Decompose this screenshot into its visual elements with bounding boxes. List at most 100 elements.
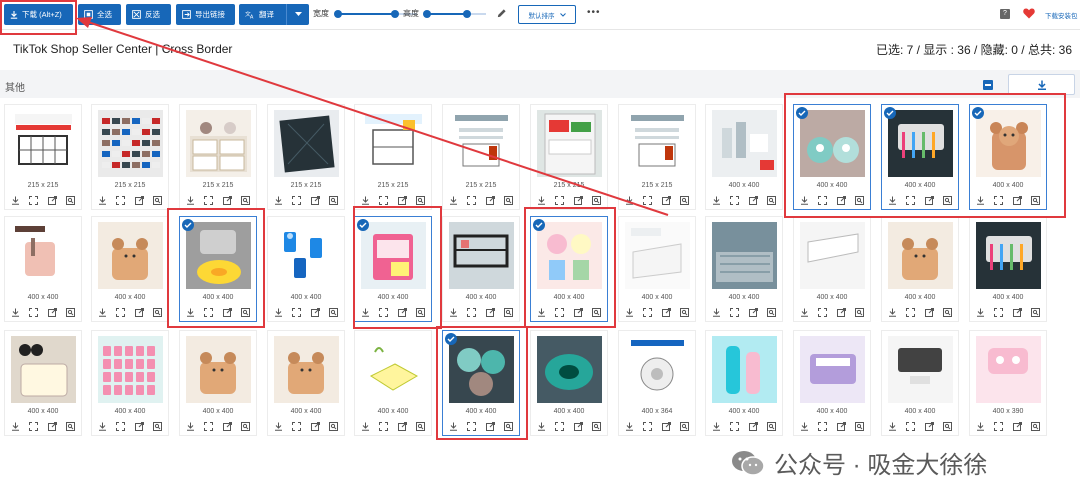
image-search-icon[interactable] <box>152 308 162 317</box>
product-thumbnail[interactable] <box>888 110 953 177</box>
open-in-new-icon[interactable] <box>836 196 846 205</box>
product-thumbnail[interactable] <box>800 110 865 177</box>
expand-icon[interactable] <box>906 422 916 431</box>
image-search-icon[interactable] <box>591 308 601 317</box>
download-icon[interactable] <box>186 422 195 431</box>
open-in-new-icon[interactable] <box>836 422 846 431</box>
expand-icon[interactable] <box>29 308 39 317</box>
product-thumbnail[interactable] <box>11 110 76 177</box>
translate-dropdown-button[interactable] <box>286 4 309 25</box>
expand-icon[interactable] <box>467 308 477 317</box>
image-search-icon[interactable] <box>766 422 776 431</box>
expand-icon[interactable] <box>204 422 214 431</box>
image-search-icon[interactable] <box>65 422 75 431</box>
expand-icon[interactable] <box>116 422 126 431</box>
open-in-new-icon[interactable] <box>573 196 583 205</box>
image-card[interactable]: 400 x 400 <box>793 216 871 322</box>
image-card[interactable]: 400 x 390 <box>969 330 1047 436</box>
open-in-new-icon[interactable] <box>397 308 407 317</box>
product-thumbnail[interactable] <box>274 336 339 403</box>
image-card[interactable]: 400 x 400 <box>881 330 959 436</box>
selected-check-icon[interactable] <box>182 219 194 231</box>
expand-icon[interactable] <box>730 422 740 431</box>
download-button[interactable]: 下载 (Alt+Z) <box>4 4 73 25</box>
download-icon[interactable] <box>537 422 546 431</box>
image-search-icon[interactable] <box>240 196 250 205</box>
open-in-new-icon[interactable] <box>397 196 407 205</box>
image-search-icon[interactable] <box>1030 422 1040 431</box>
image-card[interactable]: 400 x 400 <box>179 216 257 322</box>
image-card[interactable]: 215 x 215 <box>530 104 608 210</box>
sort-select[interactable]: 默认排序 <box>518 5 576 24</box>
open-in-new-icon[interactable] <box>310 308 320 317</box>
expand-icon[interactable] <box>818 196 828 205</box>
selected-check-icon[interactable] <box>884 107 896 119</box>
download-icon[interactable] <box>976 422 985 431</box>
image-search-icon[interactable] <box>328 308 338 317</box>
image-card[interactable]: 215 x 215 <box>91 104 169 210</box>
image-search-icon[interactable] <box>1030 308 1040 317</box>
open-in-new-icon[interactable] <box>1012 196 1022 205</box>
download-icon[interactable] <box>800 308 809 317</box>
open-in-new-icon[interactable] <box>47 308 57 317</box>
open-in-new-icon[interactable] <box>485 422 495 431</box>
product-thumbnail[interactable] <box>537 110 602 177</box>
download-icon[interactable] <box>98 422 107 431</box>
expand-icon[interactable] <box>204 196 214 205</box>
expand-icon[interactable] <box>906 196 916 205</box>
expand-icon[interactable] <box>906 308 916 317</box>
image-card[interactable]: 400 x 400 <box>705 104 783 210</box>
image-card[interactable]: 400 x 400 <box>969 104 1047 210</box>
download-icon[interactable] <box>537 308 546 317</box>
product-thumbnail[interactable] <box>449 222 514 289</box>
expand-icon[interactable] <box>116 196 126 205</box>
product-thumbnail[interactable] <box>274 110 339 177</box>
download-icon[interactable] <box>11 196 20 205</box>
download-icon[interactable] <box>625 422 634 431</box>
product-thumbnail[interactable] <box>186 222 251 289</box>
open-in-new-icon[interactable] <box>924 422 934 431</box>
image-search-icon[interactable] <box>328 196 338 205</box>
selected-check-icon[interactable] <box>357 219 369 231</box>
product-thumbnail[interactable] <box>712 110 777 177</box>
width-slider-handle-start[interactable] <box>334 10 342 18</box>
image-card[interactable]: 215 x 215 <box>267 104 345 210</box>
image-search-icon[interactable] <box>1030 196 1040 205</box>
height-slider-handle[interactable] <box>462 10 471 18</box>
expand-icon[interactable] <box>379 422 389 431</box>
expand-icon[interactable] <box>29 422 39 431</box>
image-card[interactable]: 400 x 400 <box>793 104 871 210</box>
expand-icon[interactable] <box>818 308 828 317</box>
select-all-button[interactable]: 全选 <box>78 4 121 25</box>
expand-icon[interactable] <box>643 422 653 431</box>
image-search-icon[interactable] <box>679 422 689 431</box>
image-card[interactable]: 400 x 400 <box>91 216 169 322</box>
open-in-new-icon[interactable] <box>661 422 671 431</box>
open-in-new-icon[interactable] <box>485 196 495 205</box>
download-icon[interactable] <box>800 422 809 431</box>
image-search-icon[interactable] <box>503 422 513 431</box>
download-icon[interactable] <box>274 196 283 205</box>
download-icon[interactable] <box>186 196 195 205</box>
open-in-new-icon[interactable] <box>397 422 407 431</box>
download-icon[interactable] <box>98 308 107 317</box>
image-search-icon[interactable] <box>152 422 162 431</box>
image-card[interactable]: 215 x 215 <box>618 104 696 210</box>
open-in-new-icon[interactable] <box>222 196 232 205</box>
image-card[interactable]: 400 x 400 <box>881 104 959 210</box>
product-thumbnail[interactable] <box>976 110 1041 177</box>
selected-check-icon[interactable] <box>445 333 457 345</box>
expand-icon[interactable] <box>292 196 302 205</box>
group-download-button[interactable] <box>1008 74 1075 95</box>
selected-check-icon[interactable] <box>972 107 984 119</box>
download-icon[interactable] <box>361 308 370 317</box>
image-search-icon[interactable] <box>503 196 513 205</box>
expand-icon[interactable] <box>292 422 302 431</box>
open-in-new-icon[interactable] <box>661 308 671 317</box>
image-search-icon[interactable] <box>240 422 250 431</box>
download-icon[interactable] <box>361 422 370 431</box>
image-card[interactable]: 400 x 400 <box>969 216 1047 322</box>
download-icon[interactable] <box>449 196 458 205</box>
image-card[interactable]: 215 x 215 <box>354 104 432 210</box>
image-card[interactable]: 400 x 400 <box>530 330 608 436</box>
